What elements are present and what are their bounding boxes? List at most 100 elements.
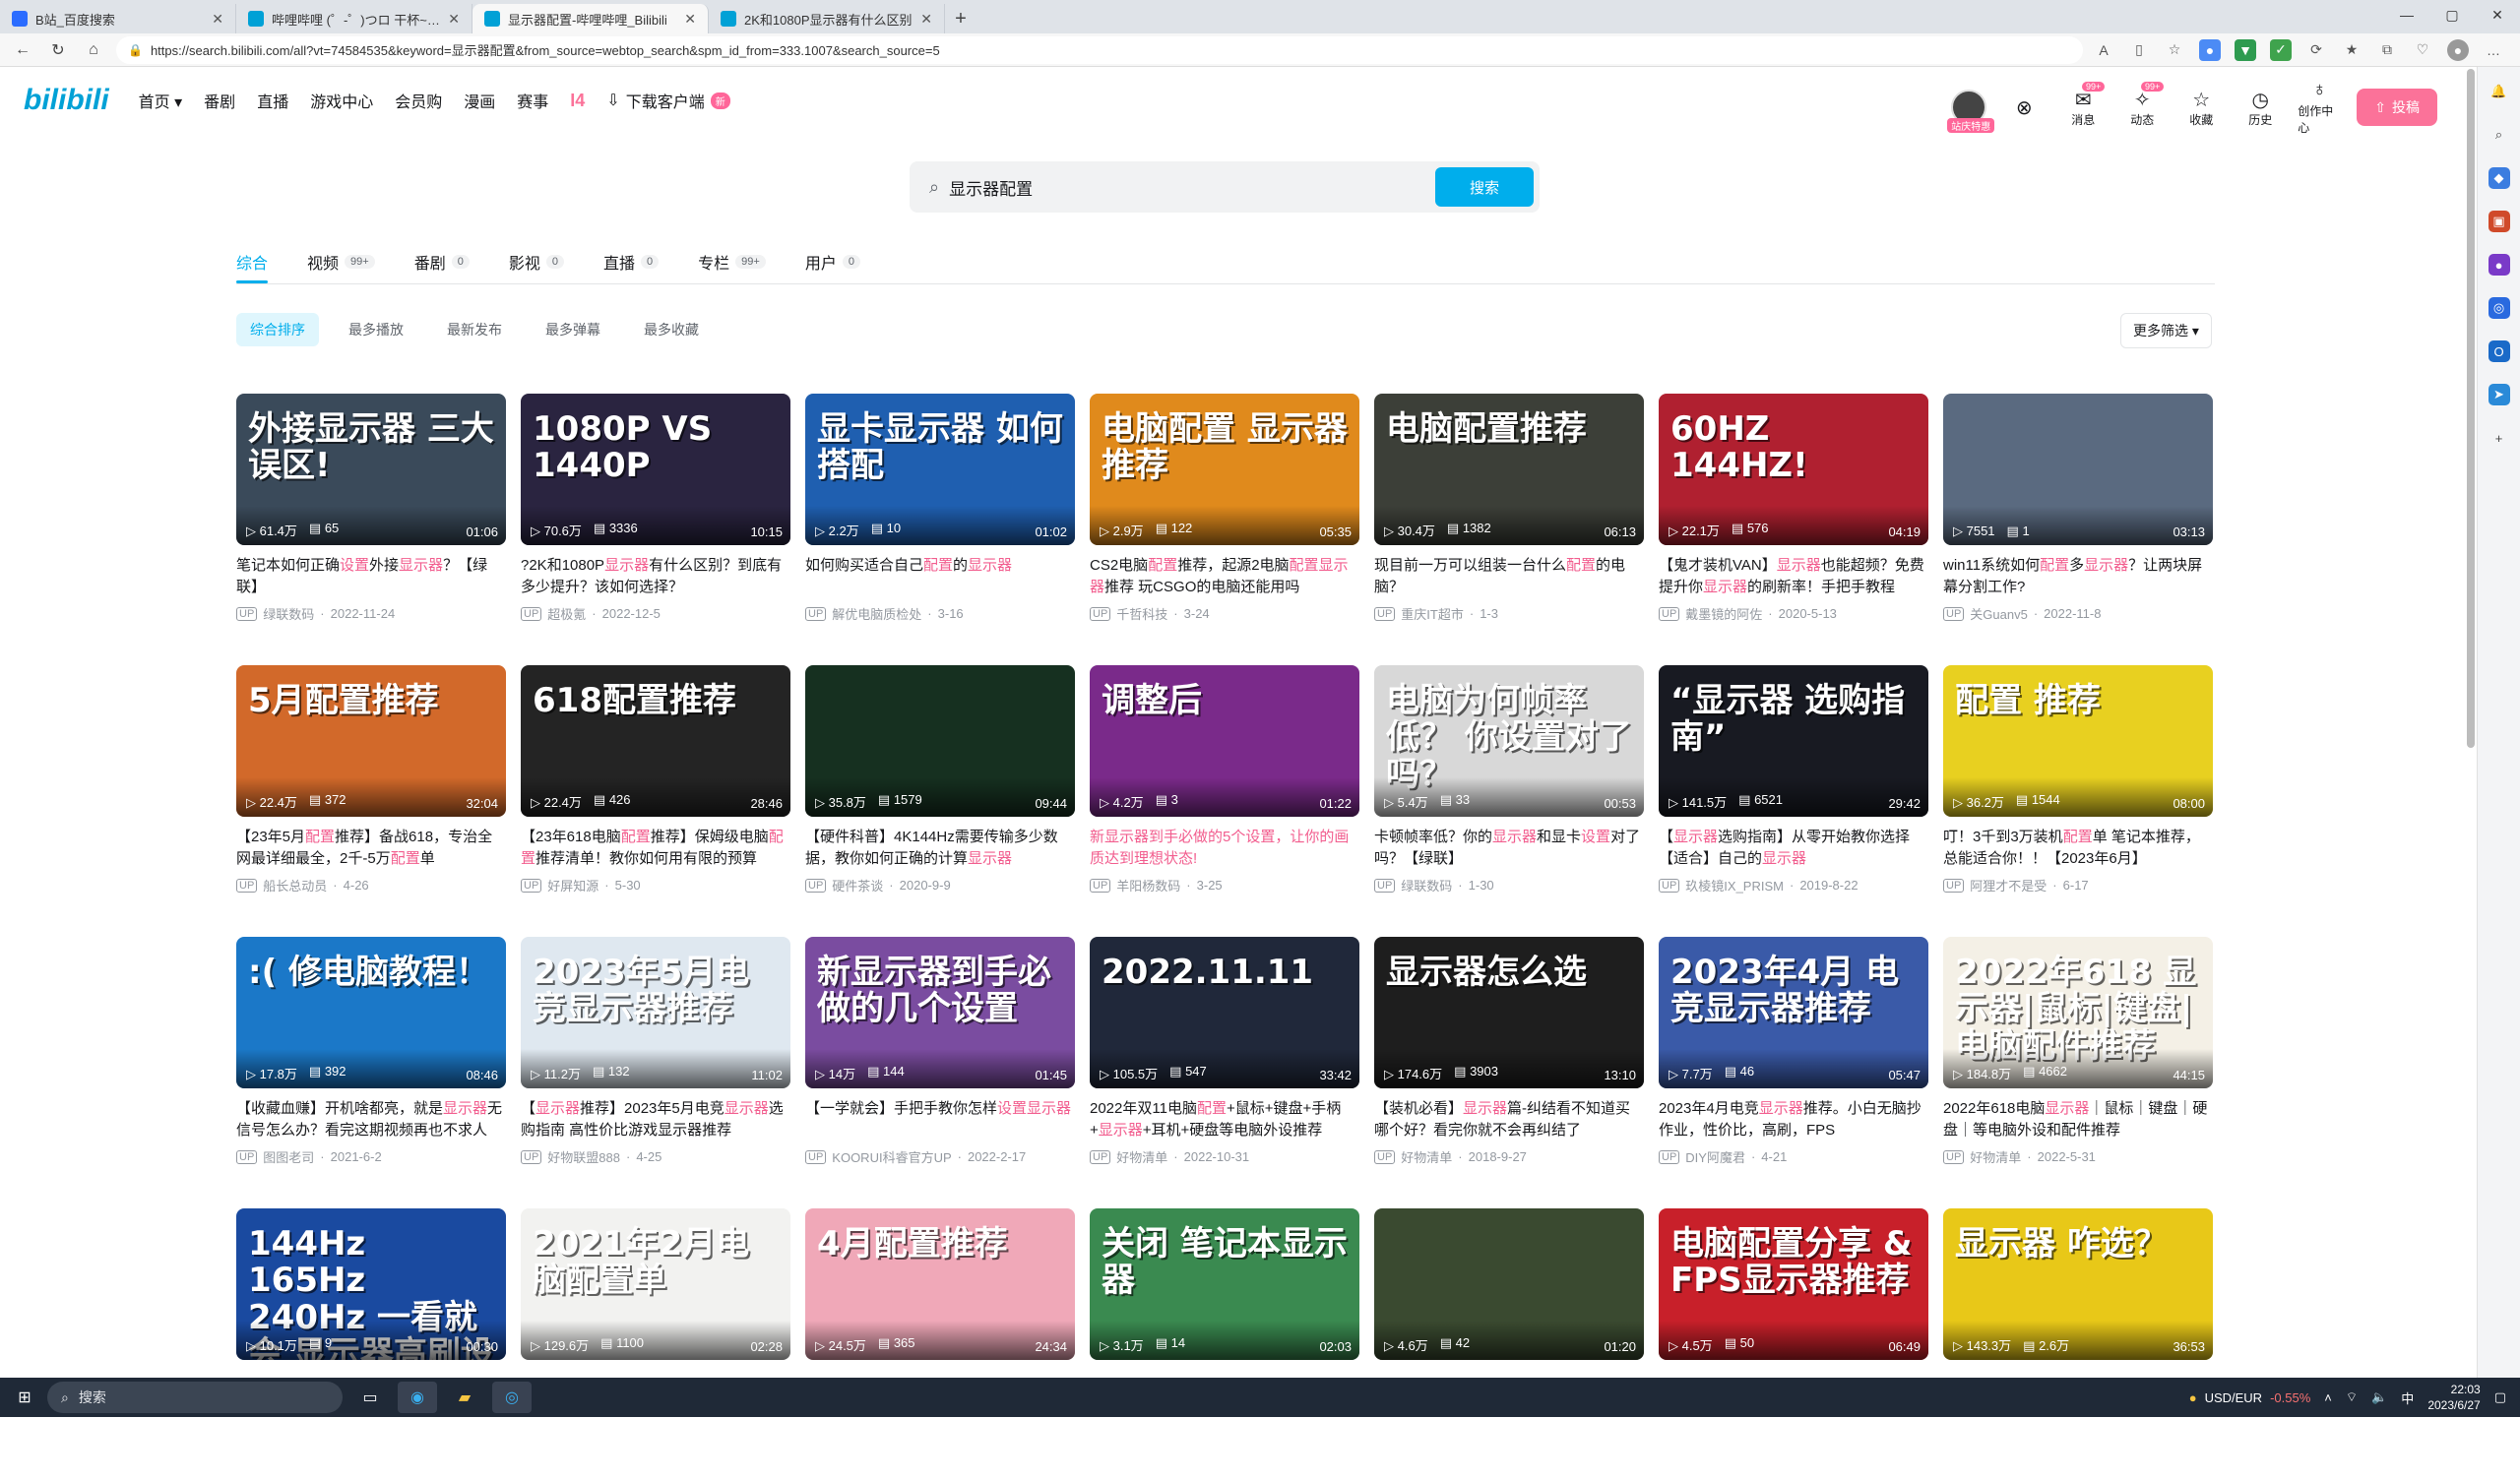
video-thumbnail[interactable]: 2023年4月 电竞显示器推荐 ▷ 7.7万 ▤ 46 05:47 <box>1659 937 1928 1088</box>
outlook-icon[interactable]: O <box>2488 340 2510 362</box>
video-card[interactable]: 4月配置推荐 ▷ 24.5万 ▤ 365 24:34 <box>805 1208 1075 1480</box>
video-thumbnail[interactable]: 外接显示器 三大误区! ▷ 61.4万 ▤ 65 01:06 <box>236 394 506 545</box>
home-icon[interactable]: ⌂ <box>81 37 106 63</box>
video-thumbnail[interactable]: 显示器怎么选 ▷ 174.6万 ▤ 3903 13:10 <box>1374 937 1644 1088</box>
browser-tab[interactable]: 哔哩哔哩 (゜-゜)つロ 干杯~-bilibili ✕ <box>236 4 472 33</box>
history-entry[interactable]: ◷ 历史 <box>2238 88 2282 128</box>
video-card[interactable]: ▷ 35.8万 ▤ 1579 09:44 【硬件科普】4K144Hz需要传输多少数据，… <box>805 665 1075 937</box>
close-tab-icon[interactable]: ✕ <box>448 11 460 28</box>
video-thumbnail[interactable]: 5月配置推荐 ▷ 22.4万 ▤ 372 32:04 <box>236 665 506 817</box>
circle-icon[interactable]: ◎ <box>2488 297 2510 319</box>
nav-esports[interactable]: 赛事 <box>517 89 548 112</box>
ime-indicator[interactable]: 中 <box>2401 1388 2414 1407</box>
video-title[interactable]: win11系统如何配置多显示器？让两块屏幕分割工作? <box>1943 555 2213 598</box>
new-tab-button[interactable]: + <box>945 4 976 33</box>
author-name[interactable]: 玖棱镜IX_PRISM <box>1685 876 1784 894</box>
nav-home[interactable]: 首页 ▾ <box>139 89 183 112</box>
tab-5[interactable]: 专栏 99+ <box>698 242 766 281</box>
nav-live[interactable]: 直播 <box>257 89 288 112</box>
video-title[interactable]: 叮！3千到3万装机配置单 笔记本推荐，总能适合你！！【2023年6月】 <box>1943 827 2213 870</box>
read-aloud-icon[interactable]: A <box>2093 39 2114 61</box>
video-thumbnail[interactable]: 4月配置推荐 ▷ 24.5万 ▤ 365 24:34 <box>805 1208 1075 1360</box>
back-icon[interactable]: ← <box>10 37 35 63</box>
notification-center-icon[interactable]: ▢ <box>2494 1389 2506 1405</box>
search-input[interactable]: 显示器配置 <box>949 175 1435 200</box>
download-client-link[interactable]: ⇩ 下载客户端 新 <box>606 89 730 112</box>
close-tab-icon[interactable]: ✕ <box>212 11 223 28</box>
nav-bangumi[interactable]: 番剧 <box>204 89 235 112</box>
video-title[interactable]: 笔记本如何正确设置外接显示器？【绿联】 <box>236 555 506 598</box>
video-thumbnail[interactable]: 电脑配置分享 & FPS显示器推荐 ▷ 4.5万 ▤ 50 06:49 <box>1659 1208 1928 1360</box>
video-title[interactable]: 【一学就会】手把手教你怎样设置显示器 <box>805 1098 1075 1141</box>
taskbar-clock[interactable]: 22:03 2023/6/27 <box>2427 1382 2480 1413</box>
task-view-icon[interactable]: ▭ <box>350 1382 390 1413</box>
sort-option[interactable]: 最多弹幕 <box>532 313 614 346</box>
toolbox-icon[interactable]: ▣ <box>2488 211 2510 232</box>
author-name[interactable]: 好物清单 <box>1401 1147 1452 1166</box>
video-title[interactable]: 如何购买适合自己配置的显示器 <box>805 555 1075 598</box>
event-icon[interactable]: I4 <box>570 91 585 111</box>
video-card[interactable]: 电脑为何帧率低？ 你设置对了吗？ ▷ 5.4万 ▤ 33 00:53 卡顿帧率低？你的显… <box>1374 665 1644 937</box>
author-name[interactable]: 好物清单 <box>1116 1147 1167 1166</box>
video-card[interactable]: 配置 推荐 ▷ 36.2万 ▤ 1544 08:00 叮！3千到3万装机配置单 笔记本推… <box>1943 665 2213 937</box>
video-card[interactable]: 5月配置推荐 ▷ 22.4万 ▤ 372 32:04 【23年5月配置推荐】备战618，… <box>236 665 506 937</box>
network-icon[interactable]: ⌔ <box>2346 1389 2358 1405</box>
video-thumbnail[interactable]: ▷ 35.8万 ▤ 1579 09:44 <box>805 665 1075 817</box>
reload-icon[interactable]: ↻ <box>45 37 71 63</box>
video-title[interactable]: 卡顿帧率低？你的显示器和显卡设置对了吗？【绿联】 <box>1374 827 1644 870</box>
author-name[interactable]: 好屏知源 <box>547 876 598 894</box>
tab-2[interactable]: 番剧 0 <box>414 242 470 281</box>
video-card[interactable]: 2022年618 显示器|鼠标|键盘|电脑配件推荐 ▷ 184.8万 ▤ 4662 4… <box>1943 937 2213 1208</box>
author-name[interactable]: 硬件茶谈 <box>832 876 883 894</box>
messages-entry[interactable]: 99+ ✉ 消息 <box>2061 81 2106 128</box>
video-card[interactable]: :( 修电脑教程！ ▷ 17.8万 ▤ 392 08:46 【收藏血赚】开机啥都亮，就是… <box>236 937 506 1208</box>
video-thumbnail[interactable]: 2022年618 显示器|鼠标|键盘|电脑配件推荐 ▷ 184.8万 ▤ 4662 4… <box>1943 937 2213 1088</box>
video-card[interactable]: 外接显示器 三大误区! ▷ 61.4万 ▤ 65 01:06 笔记本如何正确设置外接显示… <box>236 394 506 665</box>
vip-entry[interactable]: ⊗ <box>2002 95 2046 119</box>
video-card[interactable]: 新显示器到手必做的几个设置 ▷ 14万 ▤ 144 01:45 【一学就会】手把手教你怎… <box>805 937 1075 1208</box>
video-card[interactable]: 144Hz 165Hz 240Hz 一看就会 显示器高刷设置▷ 10.1万▤ 9… <box>236 1208 506 1480</box>
sort-option[interactable]: 最多收藏 <box>630 313 713 346</box>
nav-game-center[interactable]: 游戏中心 <box>310 89 373 112</box>
chevron-up-icon[interactable]: ˄ <box>2324 1390 2332 1405</box>
author-name[interactable]: 好物联盟888 <box>547 1147 620 1166</box>
upload-button[interactable]: ⇧ 投稿 <box>2357 89 2437 126</box>
video-title[interactable]: CS2电脑配置推荐，起源2电脑配置显示器推荐 玩CSGO的电脑还能用吗 <box>1090 555 1359 598</box>
search-button[interactable]: 搜索 <box>1435 167 1534 207</box>
tab-1[interactable]: 视频 99+ <box>307 242 375 281</box>
tab-0[interactable]: 综合 <box>236 242 269 283</box>
creator-center-entry[interactable]: ♁ 创作中心 <box>2298 79 2341 136</box>
minimize-icon[interactable]: — <box>2384 0 2429 30</box>
extension-icon[interactable]: ▼ <box>2235 38 2256 61</box>
scrollbar[interactable] <box>2467 69 2475 748</box>
video-thumbnail[interactable]: 新显示器到手必做的几个设置 ▷ 14万 ▤ 144 01:45 <box>805 937 1075 1088</box>
more-menu-icon[interactable]: … <box>2483 39 2504 61</box>
video-thumbnail[interactable]: 60HZ 144HZ! ▷ 22.1万 ▤ 576 04:19 <box>1659 394 1928 545</box>
video-card[interactable]: 60HZ 144HZ! ▷ 22.1万 ▤ 576 04:19 【鬼才装机VAN】显示器… <box>1659 394 1928 665</box>
edge-browser-icon[interactable]: ◉ <box>398 1382 437 1413</box>
video-thumbnail[interactable]: 关闭 笔记本显示器 ▷ 3.1万 ▤ 14 02:03 <box>1090 1208 1359 1360</box>
video-title[interactable]: 【硬件科普】4K144Hz需要传输多少数据，教你如何正确的计算显示器 <box>805 827 1075 870</box>
video-card[interactable]: 调整后 ▷ 4.2万 ▤ 3 01:22 新显示器到手必做的5个设置，让你的画质达到理想… <box>1090 665 1359 937</box>
send-icon[interactable]: ➤ <box>2488 384 2510 405</box>
video-thumbnail[interactable]: 电脑为何帧率低？ 你设置对了吗？ ▷ 5.4万 ▤ 33 00:53 <box>1374 665 1644 817</box>
author-name[interactable]: 解优电脑质检处 <box>832 604 921 623</box>
author-name[interactable]: 图图老司 <box>263 1147 314 1166</box>
tab-3[interactable]: 影视 0 <box>509 242 564 281</box>
video-title[interactable]: 2022年双11电脑配置+鼠标+键盘+手柄+显示器+耳机+硬盘等电脑外设推荐 <box>1090 1098 1359 1141</box>
favorite-star-icon[interactable]: ☆ <box>2164 39 2185 61</box>
tab-6[interactable]: 用户 0 <box>805 242 860 281</box>
video-thumbnail[interactable]: 显卡显示器 如何搭配 ▷ 2.2万 ▤ 10 01:02 <box>805 394 1075 545</box>
close-window-icon[interactable]: ✕ <box>2475 0 2520 30</box>
browser-tab[interactable]: B站_百度搜索 ✕ <box>0 4 236 33</box>
video-title[interactable]: 新显示器到手必做的5个设置，让你的画质达到理想状态! <box>1090 827 1359 870</box>
close-tab-icon[interactable]: ✕ <box>920 11 932 28</box>
video-title[interactable]: 【装机必看】显示器篇-纠结看不知道买哪个好？看完你就不会再纠结了 <box>1374 1098 1644 1141</box>
taskbar-search[interactable]: ⌕ 搜索 <box>47 1382 343 1413</box>
refresh-ext-icon[interactable]: ⟳ <box>2305 39 2327 61</box>
app-icon[interactable]: ◎ <box>492 1382 532 1413</box>
currency-widget[interactable]: ● USD/EUR -0.55% <box>2189 1390 2311 1405</box>
video-card[interactable]: “显示器 选购指南” ▷ 141.5万 ▤ 6521 29:42 【显示器选购指南】从零… <box>1659 665 1928 937</box>
author-name[interactable]: DIY阿魔君 <box>1685 1147 1745 1166</box>
tag-icon[interactable]: ◆ <box>2488 167 2510 189</box>
